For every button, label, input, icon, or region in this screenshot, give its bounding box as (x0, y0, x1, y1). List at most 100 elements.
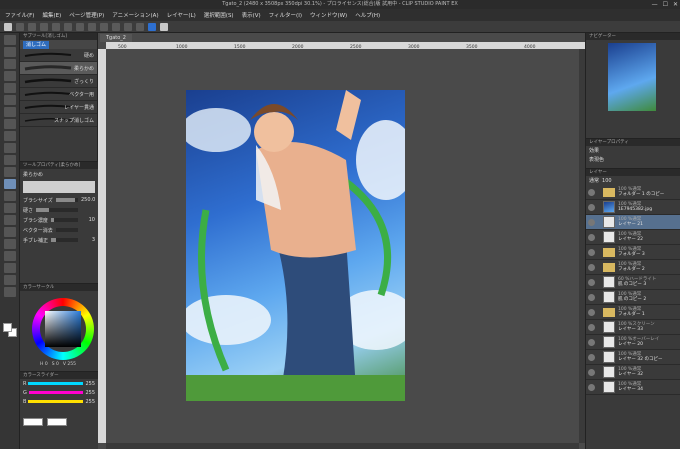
brush-item-vector[interactable]: ベクター用 (20, 88, 97, 101)
redo-icon[interactable] (64, 22, 72, 31)
property-value[interactable]: 3 (81, 237, 95, 243)
eyedropper-tool-icon[interactable] (3, 107, 16, 117)
visibility-icon[interactable] (588, 278, 595, 286)
visibility-icon[interactable] (588, 218, 595, 226)
artwork-canvas[interactable] (186, 90, 405, 401)
snap-grid-icon[interactable] (136, 22, 144, 31)
auto-select-tool-icon[interactable] (3, 95, 16, 105)
pencil-tool-icon[interactable] (3, 131, 16, 141)
menu-view[interactable]: 表示(V) (242, 11, 261, 19)
opacity-value[interactable]: 100 (602, 178, 612, 184)
eraser-tool-icon[interactable] (3, 179, 16, 189)
menu-help[interactable]: ヘルプ(H) (355, 11, 380, 19)
document-tab[interactable]: Tgato_2 (100, 34, 132, 42)
frame-tool-icon[interactable] (3, 239, 16, 249)
pen-tool-icon[interactable] (3, 119, 16, 129)
brush-item-snap[interactable]: スナップ消しゴム (20, 114, 97, 127)
layer-row[interactable]: 100 %オーバーレイ レイヤー 20 (586, 335, 680, 350)
property-slider[interactable] (51, 238, 78, 242)
brush-item-rough[interactable]: ざっくり (20, 75, 97, 88)
minimize-button[interactable]: — (652, 0, 658, 9)
layer-row[interactable]: 100 %通常肌 のコピー 2 (586, 290, 680, 305)
layer-row[interactable]: 100 %通常 レイヤー 21 (586, 215, 680, 230)
figure-tool-icon[interactable] (3, 227, 16, 237)
visibility-icon[interactable] (588, 338, 595, 346)
text-tool-icon[interactable] (3, 263, 16, 273)
property-slider[interactable] (36, 208, 78, 212)
brush-item-through-layers[interactable]: レイヤー貫通 (20, 101, 97, 114)
layer-row[interactable]: 100 %通常 レイヤー 32 のコピー (586, 350, 680, 365)
decoration-tool-icon[interactable] (3, 167, 16, 177)
ruler-tool-icon[interactable] (3, 251, 16, 261)
zoom-tool-icon[interactable] (3, 35, 16, 45)
deselect-icon[interactable] (100, 22, 108, 31)
layer-row[interactable]: 100 %通常 フォルダー 3 (586, 245, 680, 260)
channel-slider[interactable] (28, 391, 84, 394)
blend-tool-icon[interactable] (3, 191, 16, 201)
new-file-icon[interactable] (16, 22, 24, 31)
fill-tool-icon[interactable] (3, 203, 16, 213)
foreground-color-swatch[interactable] (3, 323, 12, 332)
layer-row[interactable]: 100 %通常 フォルダー 1 (586, 305, 680, 320)
channel-value[interactable]: 255 (85, 399, 95, 405)
property-value[interactable]: 10 (81, 217, 95, 223)
property-slider[interactable] (55, 198, 78, 202)
channel-slider[interactable] (28, 382, 84, 385)
operation-tool-icon[interactable] (3, 59, 16, 69)
blend-mode-select[interactable]: 通常 (589, 177, 599, 184)
visibility-icon[interactable] (588, 248, 595, 256)
correct-line-tool-icon[interactable] (3, 287, 16, 297)
horizontal-scrollbar[interactable] (106, 443, 579, 449)
brush-item-hard[interactable]: 硬め (20, 49, 97, 62)
menu-layer[interactable]: レイヤー(L) (167, 11, 196, 19)
layer-row[interactable]: 60 %ハードライト肌 のコピー 3 (586, 275, 680, 290)
save-icon[interactable] (40, 22, 48, 31)
hue-ring[interactable] (32, 298, 94, 360)
invert-selection-icon[interactable] (112, 22, 120, 31)
layer-row[interactable]: 100 %通常 レイヤー 22 (586, 230, 680, 245)
layer-row[interactable]: 100 %通常 フォルダー 1 のコピー (586, 185, 680, 200)
channel-value[interactable]: 255 (85, 390, 95, 396)
menu-page[interactable]: ページ管理(P) (69, 11, 104, 19)
visibility-icon[interactable] (588, 368, 595, 376)
visibility-icon[interactable] (588, 383, 595, 391)
transform-icon[interactable] (88, 22, 96, 31)
menu-window[interactable]: ウィンドウ(W) (310, 11, 347, 19)
visibility-icon[interactable] (588, 323, 595, 331)
layer-row[interactable]: 100 %通常 レイヤー 34 (586, 380, 680, 395)
visibility-icon[interactable] (588, 308, 595, 316)
layer-row[interactable]: 100 %スクリーン レイヤー 33 (586, 320, 680, 335)
property-slider[interactable] (50, 218, 78, 222)
brush-tool-icon[interactable] (3, 143, 16, 153)
main-color-swatch[interactable] (23, 418, 43, 426)
menu-edit[interactable]: 編集(E) (42, 11, 61, 19)
open-icon[interactable] (28, 22, 36, 31)
settings-icon[interactable] (160, 22, 168, 31)
menu-selection[interactable]: 選択範囲(S) (204, 11, 234, 19)
menu-filter[interactable]: フィルター(I) (269, 11, 302, 19)
undo-icon[interactable] (52, 22, 60, 31)
brush-item-soft[interactable]: 柔らかめ (20, 62, 97, 75)
selection-tool-icon[interactable] (3, 83, 16, 93)
visibility-icon[interactable] (588, 233, 595, 241)
tab-eraser[interactable]: 消しゴム (23, 40, 50, 49)
gradient-tool-icon[interactable] (3, 215, 16, 225)
channel-slider[interactable] (28, 400, 84, 403)
clip-studio-icon[interactable] (4, 22, 12, 31)
clear-icon[interactable] (76, 22, 84, 31)
menu-animation[interactable]: アニメーション(A) (112, 11, 158, 19)
navigator-thumbnail[interactable] (608, 43, 656, 111)
airbrush-tool-icon[interactable] (3, 155, 16, 165)
visibility-icon[interactable] (588, 188, 595, 196)
snap-ruler-icon[interactable] (124, 22, 132, 31)
sub-color-swatch[interactable] (47, 418, 67, 426)
visibility-icon[interactable] (588, 353, 595, 361)
visibility-icon[interactable] (588, 203, 595, 211)
property-slider[interactable] (55, 228, 78, 232)
move-layer-tool-icon[interactable] (3, 71, 16, 81)
move-tool-icon[interactable] (3, 47, 16, 57)
menu-file[interactable]: ファイル(F) (5, 11, 34, 19)
maximize-button[interactable]: ☐ (663, 0, 668, 9)
close-button[interactable]: ✕ (673, 0, 678, 9)
layer-row[interactable]: 100 %通常 フォルダー 2 (586, 260, 680, 275)
